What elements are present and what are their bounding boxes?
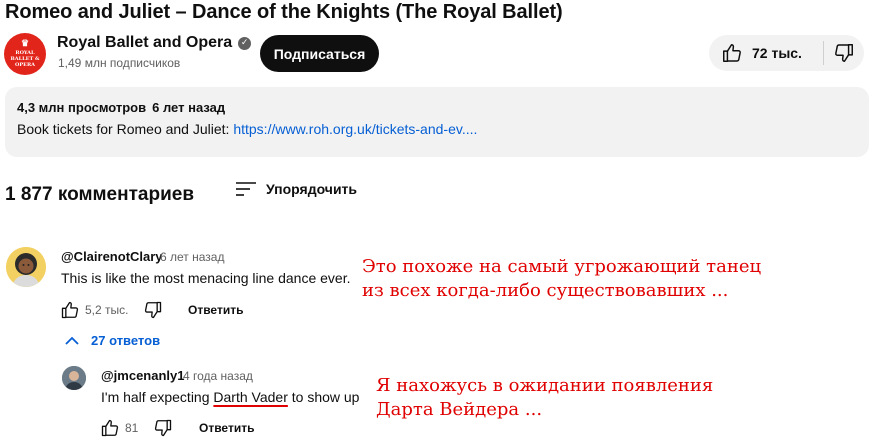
reply-text-start: I'm half expecting xyxy=(101,389,214,405)
video-title: Romeo and Juliet – Dance of the Knights … xyxy=(5,1,563,23)
commenter-avatar[interactable] xyxy=(6,247,46,287)
description-meta: 4,3 млн просмотров 6 лет назад xyxy=(17,100,225,115)
upload-age: 6 лет назад xyxy=(152,100,226,115)
comment-text: This is like the most menacing line danc… xyxy=(61,270,351,286)
reply-author[interactable]: @jmcenanly1 xyxy=(101,368,185,383)
thumb-down-icon xyxy=(835,44,853,62)
sort-label: Упорядочить xyxy=(266,181,358,197)
comment-author[interactable]: @ClairenotClary xyxy=(61,249,163,264)
translation-note-1: Это похоже на самый угрожающий танец из … xyxy=(362,255,761,303)
subscribe-button[interactable]: Подписаться xyxy=(260,35,379,72)
comment-like-count: 5,2 тыс. xyxy=(85,303,129,317)
thumb-up-icon xyxy=(61,301,79,319)
avatar-photo xyxy=(62,366,86,390)
channel-logo-line-3: OPERA xyxy=(15,62,35,68)
translation-note-2: Я нахожусь в ожидании появления Дарта Ве… xyxy=(376,374,713,422)
comment-like-button[interactable] xyxy=(60,300,80,320)
channel-name[interactable]: Royal Ballet and Opera ✓ xyxy=(57,34,252,52)
description-prefix: Book tickets for Romeo and Juliet: xyxy=(17,121,234,137)
description-text: Book tickets for Romeo and Juliet: https… xyxy=(17,121,477,137)
reply-text-end: to show up xyxy=(287,389,360,405)
translation-note-1-line-2: из всех когда-либо существовавших ... xyxy=(362,280,729,301)
reply-like-button[interactable] xyxy=(100,418,120,438)
translation-note-1-line-1: Это похоже на самый угрожающий танец xyxy=(362,256,762,277)
reply-text: I'm half expecting Darth Vader to show u… xyxy=(101,389,359,405)
dislike-button[interactable] xyxy=(824,35,864,71)
thumb-down-icon xyxy=(154,419,172,437)
reply-dislike-button[interactable] xyxy=(153,418,173,438)
like-dislike-bar: 72 тыс. xyxy=(709,35,864,71)
reply-like-count: 81 xyxy=(125,421,139,435)
comments-count: 1 877 комментариев xyxy=(5,184,194,205)
replies-count: 27 ответов xyxy=(91,333,161,348)
translation-note-2-line-2: Дарта Вейдера ... xyxy=(376,399,543,420)
like-count: 72 тыс. xyxy=(752,45,802,61)
thumb-up-icon xyxy=(723,44,741,62)
channel-avatar[interactable]: ♛ ROYAL BALLET & OPERA xyxy=(4,33,46,75)
comment-dislike-button[interactable] xyxy=(143,300,163,320)
crown-icon: ♛ xyxy=(20,39,30,49)
avatar-portrait xyxy=(6,247,46,287)
view-count: 4,3 млн просмотров xyxy=(17,100,147,115)
channel-name-label[interactable]: Royal Ballet and Opera xyxy=(57,34,232,52)
reply-button[interactable]: Ответить xyxy=(188,303,243,317)
reply-reply-button[interactable]: Ответить xyxy=(199,421,254,435)
subscriber-count: 1,49 млн подписчиков xyxy=(58,56,181,70)
reply-time[interactable]: 4 года назад xyxy=(183,369,253,383)
chevron-up-icon xyxy=(65,336,79,345)
like-button[interactable]: 72 тыс. xyxy=(709,35,823,71)
comment-time[interactable]: 6 лет назад xyxy=(160,250,224,264)
sort-icon xyxy=(236,182,256,196)
sort-button[interactable]: Упорядочить xyxy=(235,180,357,198)
reply-author-avatar[interactable] xyxy=(62,366,86,390)
tickets-link[interactable]: https://www.roh.org.uk/tickets-and-ev...… xyxy=(233,121,477,137)
translation-note-2-line-1: Я нахожусь в ожидании появления xyxy=(376,375,714,396)
replies-toggle[interactable]: 27 ответов xyxy=(65,333,160,348)
thumb-up-icon xyxy=(101,419,119,437)
highlighted-phrase: Darth Vader xyxy=(213,389,288,405)
thumb-down-icon xyxy=(144,301,162,319)
verified-check-icon: ✓ xyxy=(238,36,252,50)
